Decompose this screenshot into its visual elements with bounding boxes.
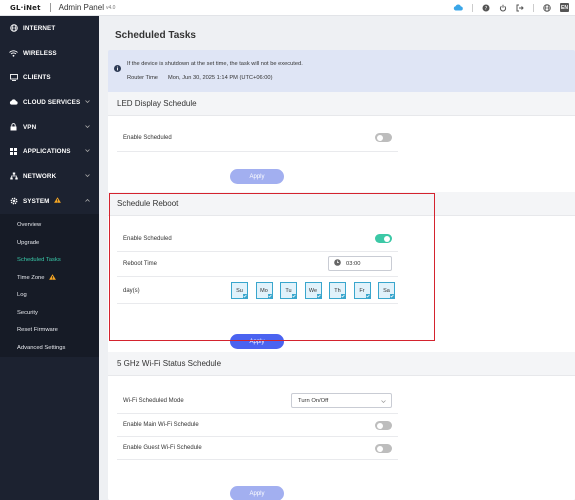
- wifi-schedule-card: 5 GHz Wi-Fi Status Schedule Wi-Fi Schedu…: [108, 352, 575, 500]
- apply-button[interactable]: Apply: [230, 486, 284, 500]
- router-time-value: Mon, Jun 30, 2025 1:14 PM (UTC+06:00): [167, 75, 273, 81]
- top-icons: ? EN: [453, 3, 569, 12]
- clients-icon: [9, 73, 18, 82]
- gear-icon: [9, 197, 18, 206]
- sidebar-item-vpn[interactable]: VPN: [0, 115, 99, 140]
- power-icon[interactable]: [499, 4, 507, 12]
- guest-wifi-row: Enable Guest Wi-Fi Schedule: [117, 437, 398, 460]
- sidebar-item-label: NETWORK: [23, 172, 57, 180]
- router-time: Router Time Mon, Jun 30, 2025 1:14 PM (UT…: [127, 75, 272, 81]
- sidebar: INTERNET WIRELESS CLIENTS CLOUD SERVICES…: [0, 16, 99, 500]
- sidebar-subitem-advanced-settings[interactable]: Advanced Settings: [0, 339, 99, 357]
- sidebar-subitem-security[interactable]: Security: [0, 304, 99, 322]
- chevron-up-icon: [85, 197, 90, 204]
- sidebar-item-label: CLOUD SERVICES: [23, 98, 81, 106]
- page-title: Scheduled Tasks: [115, 30, 196, 41]
- guest-wifi-label: Enable Guest Wi-Fi Schedule: [123, 445, 202, 451]
- highlight-box: [109, 193, 435, 341]
- chevron-down-icon: [85, 123, 90, 130]
- chevron-down-icon: [85, 98, 90, 105]
- globe-icon[interactable]: [543, 3, 551, 12]
- card-title: LED Display Schedule: [108, 92, 575, 116]
- sidebar-item-network[interactable]: NETWORK: [0, 164, 99, 189]
- network-icon: [9, 172, 18, 181]
- guest-wifi-toggle[interactable]: [375, 444, 392, 453]
- notice-banner: If the device is shutdown at the set tim…: [108, 50, 575, 95]
- sidebar-item-applications[interactable]: APPLICATIONS: [0, 139, 99, 164]
- sidebar-item-label: VPN: [23, 123, 37, 131]
- divider: [533, 3, 534, 12]
- sidebar-item-label: CLIENTS: [23, 74, 51, 82]
- notice-text: If the device is shutdown at the set tim…: [127, 61, 303, 67]
- info-icon: [114, 65, 121, 74]
- router-time-label: Router Time: [127, 75, 158, 81]
- top-bar: GL·iNet Admin Panel v4.0 ? EN: [0, 0, 575, 16]
- chevron-down-icon: [85, 147, 90, 154]
- wifi-mode-label: Wi-Fi Scheduled Mode: [123, 398, 184, 404]
- sidebar-item-label: SYSTEM: [23, 197, 50, 205]
- applications-icon: [9, 147, 18, 156]
- wifi-mode-row: Wi-Fi Scheduled Mode Turn On/Off: [117, 389, 398, 414]
- app-version: v4.0: [105, 4, 116, 11]
- sidebar-item-cloud-services[interactable]: CLOUD SERVICES: [0, 90, 99, 115]
- sidebar-subitem-time-zone[interactable]: Time Zone: [0, 269, 99, 287]
- chevron-down-icon: [85, 172, 90, 179]
- sidebar-item-clients[interactable]: CLIENTS: [0, 65, 99, 90]
- sidebar-item-label: INTERNET: [23, 24, 56, 32]
- enable-scheduled-toggle[interactable]: [375, 133, 392, 142]
- sidebar-item-system[interactable]: SYSTEM: [0, 188, 99, 214]
- app-title: Admin Panel: [58, 3, 104, 12]
- chevron-down-icon: [381, 399, 386, 405]
- sidebar-subitem-overview[interactable]: Overview: [0, 217, 99, 235]
- wifi-mode-select[interactable]: Turn On/Off: [291, 393, 392, 408]
- logo: GL·iNet: [10, 3, 41, 12]
- globe-icon: [9, 24, 18, 33]
- system-submenu: Overview Upgrade Scheduled Tasks Time Zo…: [0, 213, 99, 357]
- apply-button[interactable]: Apply: [230, 169, 284, 184]
- enable-scheduled-row: Enable Scheduled: [117, 125, 398, 152]
- sidebar-subitem-upgrade[interactable]: Upgrade: [0, 234, 99, 252]
- enable-scheduled-label: Enable Scheduled: [123, 135, 172, 141]
- sidebar-subitem-scheduled-tasks[interactable]: Scheduled Tasks: [0, 252, 99, 270]
- sidebar-subitem-reset-firmware[interactable]: Reset Firmware: [0, 322, 99, 340]
- logout-icon[interactable]: [516, 4, 524, 12]
- led-schedule-card: LED Display Schedule Enable Scheduled Ap…: [108, 92, 575, 199]
- svg-text:?: ?: [485, 5, 488, 11]
- divider: [472, 3, 473, 12]
- wifi-mode-value: Turn On/Off: [298, 397, 329, 404]
- main-wifi-row: Enable Main Wi-Fi Schedule: [117, 414, 398, 437]
- sidebar-subitem-label: Time Zone: [17, 274, 45, 281]
- sidebar-item-internet[interactable]: INTERNET: [0, 16, 99, 41]
- cloud-icon: [9, 98, 18, 107]
- language-icon[interactable]: EN: [560, 3, 569, 12]
- warning-icon: [48, 273, 56, 282]
- sidebar-item-wireless[interactable]: WIRELESS: [0, 41, 99, 66]
- wifi-icon: [9, 49, 18, 58]
- card-title: 5 GHz Wi-Fi Status Schedule: [108, 352, 575, 376]
- main-wifi-label: Enable Main Wi-Fi Schedule: [123, 422, 199, 428]
- help-icon[interactable]: ?: [482, 4, 490, 12]
- vpn-icon: [9, 123, 18, 132]
- cloud-icon[interactable]: [453, 4, 463, 11]
- sidebar-subitem-log[interactable]: Log: [0, 287, 99, 305]
- warning-icon: [53, 197, 61, 205]
- divider: [49, 3, 51, 12]
- sidebar-item-label: WIRELESS: [23, 49, 57, 57]
- main-wifi-toggle[interactable]: [375, 421, 392, 430]
- sidebar-item-label: APPLICATIONS: [23, 148, 71, 156]
